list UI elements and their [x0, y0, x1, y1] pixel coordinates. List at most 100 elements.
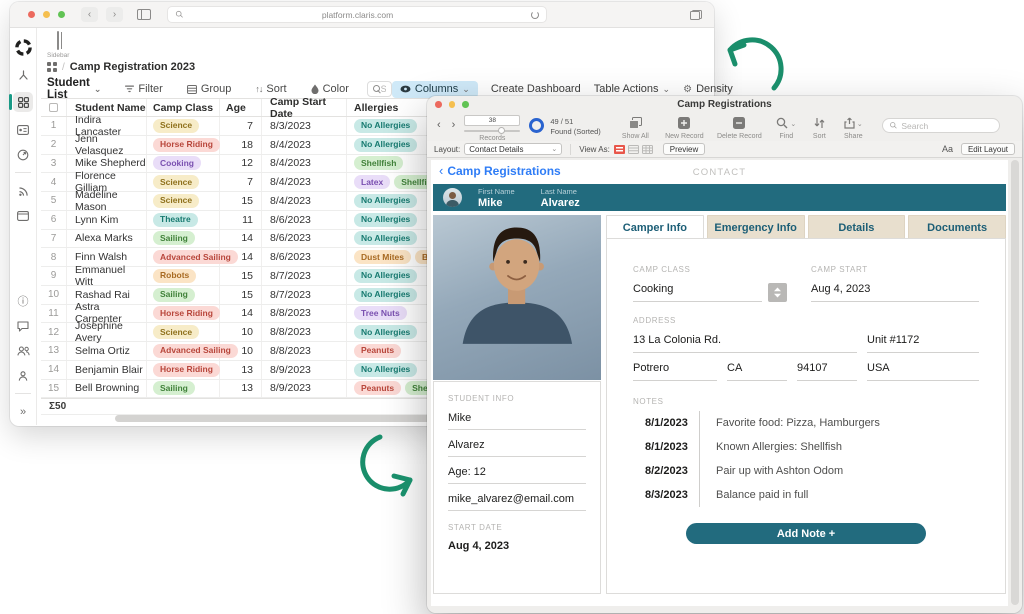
row-number-cell[interactable]: 12 — [41, 323, 67, 341]
start-date-value[interactable]: Aug 4, 2023 — [448, 540, 586, 552]
last-name-value[interactable]: Alvarez — [541, 197, 580, 209]
age-cell[interactable]: 7 — [220, 173, 262, 191]
filter-button[interactable]: Filter — [125, 83, 163, 95]
row-number-cell[interactable]: 9 — [41, 267, 67, 285]
start-date-cell[interactable]: 8/6/2023 — [262, 248, 347, 266]
sort-button[interactable]: ↑↓ Sort — [255, 83, 286, 95]
age-cell[interactable]: 13 — [220, 360, 262, 379]
row-number-cell[interactable]: 2 — [41, 135, 67, 154]
table-search[interactable] — [366, 81, 392, 97]
find-button[interactable]: ⌄ Find — [768, 117, 804, 140]
start-date-cell[interactable]: 8/7/2023 — [262, 285, 347, 304]
start-date-cell[interactable]: 8/7/2023 — [262, 267, 347, 285]
text-formatting-icon[interactable]: Aa — [942, 144, 953, 154]
camp-start-field[interactable]: Aug 4, 2023 — [811, 274, 979, 302]
start-date-cell[interactable]: 8/9/2023 — [262, 379, 347, 398]
col-camp-start-date[interactable]: Camp Start Date — [262, 96, 347, 120]
rail-cards-icon[interactable] — [17, 123, 29, 137]
browser-sidebar-icon[interactable] — [137, 9, 151, 20]
age-cell[interactable]: 18 — [220, 135, 262, 154]
slider-thumb[interactable] — [497, 127, 505, 134]
rail-flows-icon[interactable] — [18, 68, 29, 82]
age-cell[interactable]: 14 — [220, 229, 262, 248]
previous-record-button[interactable]: ‹ — [437, 119, 441, 131]
student-name-cell[interactable]: Alexa Marks — [67, 229, 147, 248]
new-record-button[interactable]: New Record — [658, 117, 710, 140]
age-cell[interactable]: 12 — [220, 154, 262, 173]
camp-class-cell[interactable]: Science — [147, 192, 220, 210]
student-name-cell[interactable]: Emmanuel Witt — [67, 264, 147, 288]
start-date-cell[interactable]: 8/4/2023 — [262, 192, 347, 210]
camp-class-cell[interactable]: Horse Riding — [147, 135, 220, 154]
note-text[interactable]: Known Allergies: Shellfish — [700, 441, 842, 453]
unit-field[interactable]: Unit #1172 — [867, 325, 979, 353]
age-cell[interactable]: 15 — [220, 192, 262, 210]
rail-tables-icon[interactable] — [9, 92, 33, 112]
first-name-field[interactable]: Mike — [448, 403, 586, 430]
rail-window-icon[interactable] — [17, 209, 29, 223]
note-date[interactable]: 8/3/2023 — [633, 489, 691, 501]
age-cell[interactable]: 14 — [220, 248, 262, 266]
camp-class-cell[interactable]: Science — [147, 323, 220, 341]
start-date-cell[interactable]: 8/8/2023 — [262, 304, 347, 323]
note-date[interactable]: 8/1/2023 — [633, 417, 691, 429]
start-date-cell[interactable]: 8/4/2023 — [262, 154, 347, 173]
note-text[interactable]: Favorite food: Pizza, Hamburgers — [700, 417, 880, 429]
student-name-cell[interactable]: Bell Browning — [67, 379, 147, 398]
value-list-stepper[interactable] — [768, 283, 787, 302]
list-view-icon[interactable] — [627, 144, 639, 154]
record-slider[interactable] — [464, 127, 521, 134]
age-cell[interactable]: 15 — [220, 285, 262, 304]
row-number-cell[interactable]: 11 — [41, 304, 67, 323]
group-button[interactable]: Group — [186, 83, 231, 95]
student-name-cell[interactable]: Lynn Kim — [67, 210, 147, 229]
rail-target-icon[interactable] — [17, 148, 29, 162]
camp-class-cell[interactable]: Horse Riding — [147, 304, 220, 323]
reload-icon[interactable] — [531, 10, 539, 19]
age-cell[interactable]: 7 — [220, 117, 262, 135]
country-field[interactable]: USA — [867, 353, 979, 381]
first-name-value[interactable]: Mike — [478, 197, 515, 209]
note-date[interactable]: 8/1/2023 — [633, 441, 691, 453]
start-date-cell[interactable]: 8/6/2023 — [262, 210, 347, 229]
email-field[interactable]: mike_alvarez@email.com — [448, 484, 586, 511]
start-date-cell[interactable]: 8/8/2023 — [262, 323, 347, 341]
back-button[interactable]: ‹ — [81, 7, 98, 22]
create-dashboard-button[interactable]: Create Dashboard — [491, 83, 581, 95]
row-number-cell[interactable]: 4 — [41, 173, 67, 191]
camp-class-cell[interactable]: Sailing — [147, 285, 220, 304]
table-search-input[interactable] — [380, 84, 386, 94]
start-date-cell[interactable]: 8/3/2023 — [262, 117, 347, 135]
select-all-cell[interactable] — [41, 99, 67, 116]
columns-button[interactable]: Columns ⌄ — [391, 80, 478, 98]
table-view-icon[interactable] — [641, 144, 653, 154]
start-date-cell[interactable]: 8/4/2023 — [262, 173, 347, 191]
tab-camper-info[interactable]: Camper Info — [606, 215, 704, 239]
show-all-button[interactable]: Show All — [612, 117, 658, 140]
table-actions-button[interactable]: Table Actions ⌄ — [594, 83, 670, 95]
edit-layout-button[interactable]: Edit Layout — [960, 143, 1015, 155]
col-age[interactable]: Age — [220, 99, 262, 116]
start-date-cell[interactable]: 8/4/2023 — [262, 135, 347, 154]
minimize-button[interactable] — [43, 11, 50, 18]
sort-button[interactable]: Sort — [804, 117, 834, 140]
col-camp-class[interactable]: Camp Class — [147, 99, 220, 116]
student-name-cell[interactable]: Benjamin Blair — [67, 360, 147, 379]
close-button[interactable] — [28, 11, 35, 18]
zoom-button[interactable] — [58, 11, 65, 18]
address-bar[interactable]: platform.claris.com — [167, 6, 547, 23]
row-number-cell[interactable]: 7 — [41, 229, 67, 248]
found-set-pie-icon[interactable] — [529, 118, 545, 133]
rail-expand-icon[interactable]: » — [20, 405, 26, 419]
camp-class-cell[interactable]: Theatre — [147, 210, 220, 229]
row-number-cell[interactable]: 13 — [41, 342, 67, 360]
preview-button[interactable]: Preview — [662, 143, 706, 155]
state-field[interactable]: CA — [727, 353, 787, 381]
form-view-icon[interactable] — [613, 144, 625, 154]
age-cell[interactable]: 15 — [220, 267, 262, 285]
camp-class-cell[interactable]: Science — [147, 117, 220, 135]
note-text[interactable]: Pair up with Ashton Odom — [700, 465, 843, 477]
row-number-cell[interactable]: 14 — [41, 360, 67, 379]
age-field[interactable]: Age: 12 — [448, 457, 586, 484]
camp-class-cell[interactable]: Science — [147, 173, 220, 191]
